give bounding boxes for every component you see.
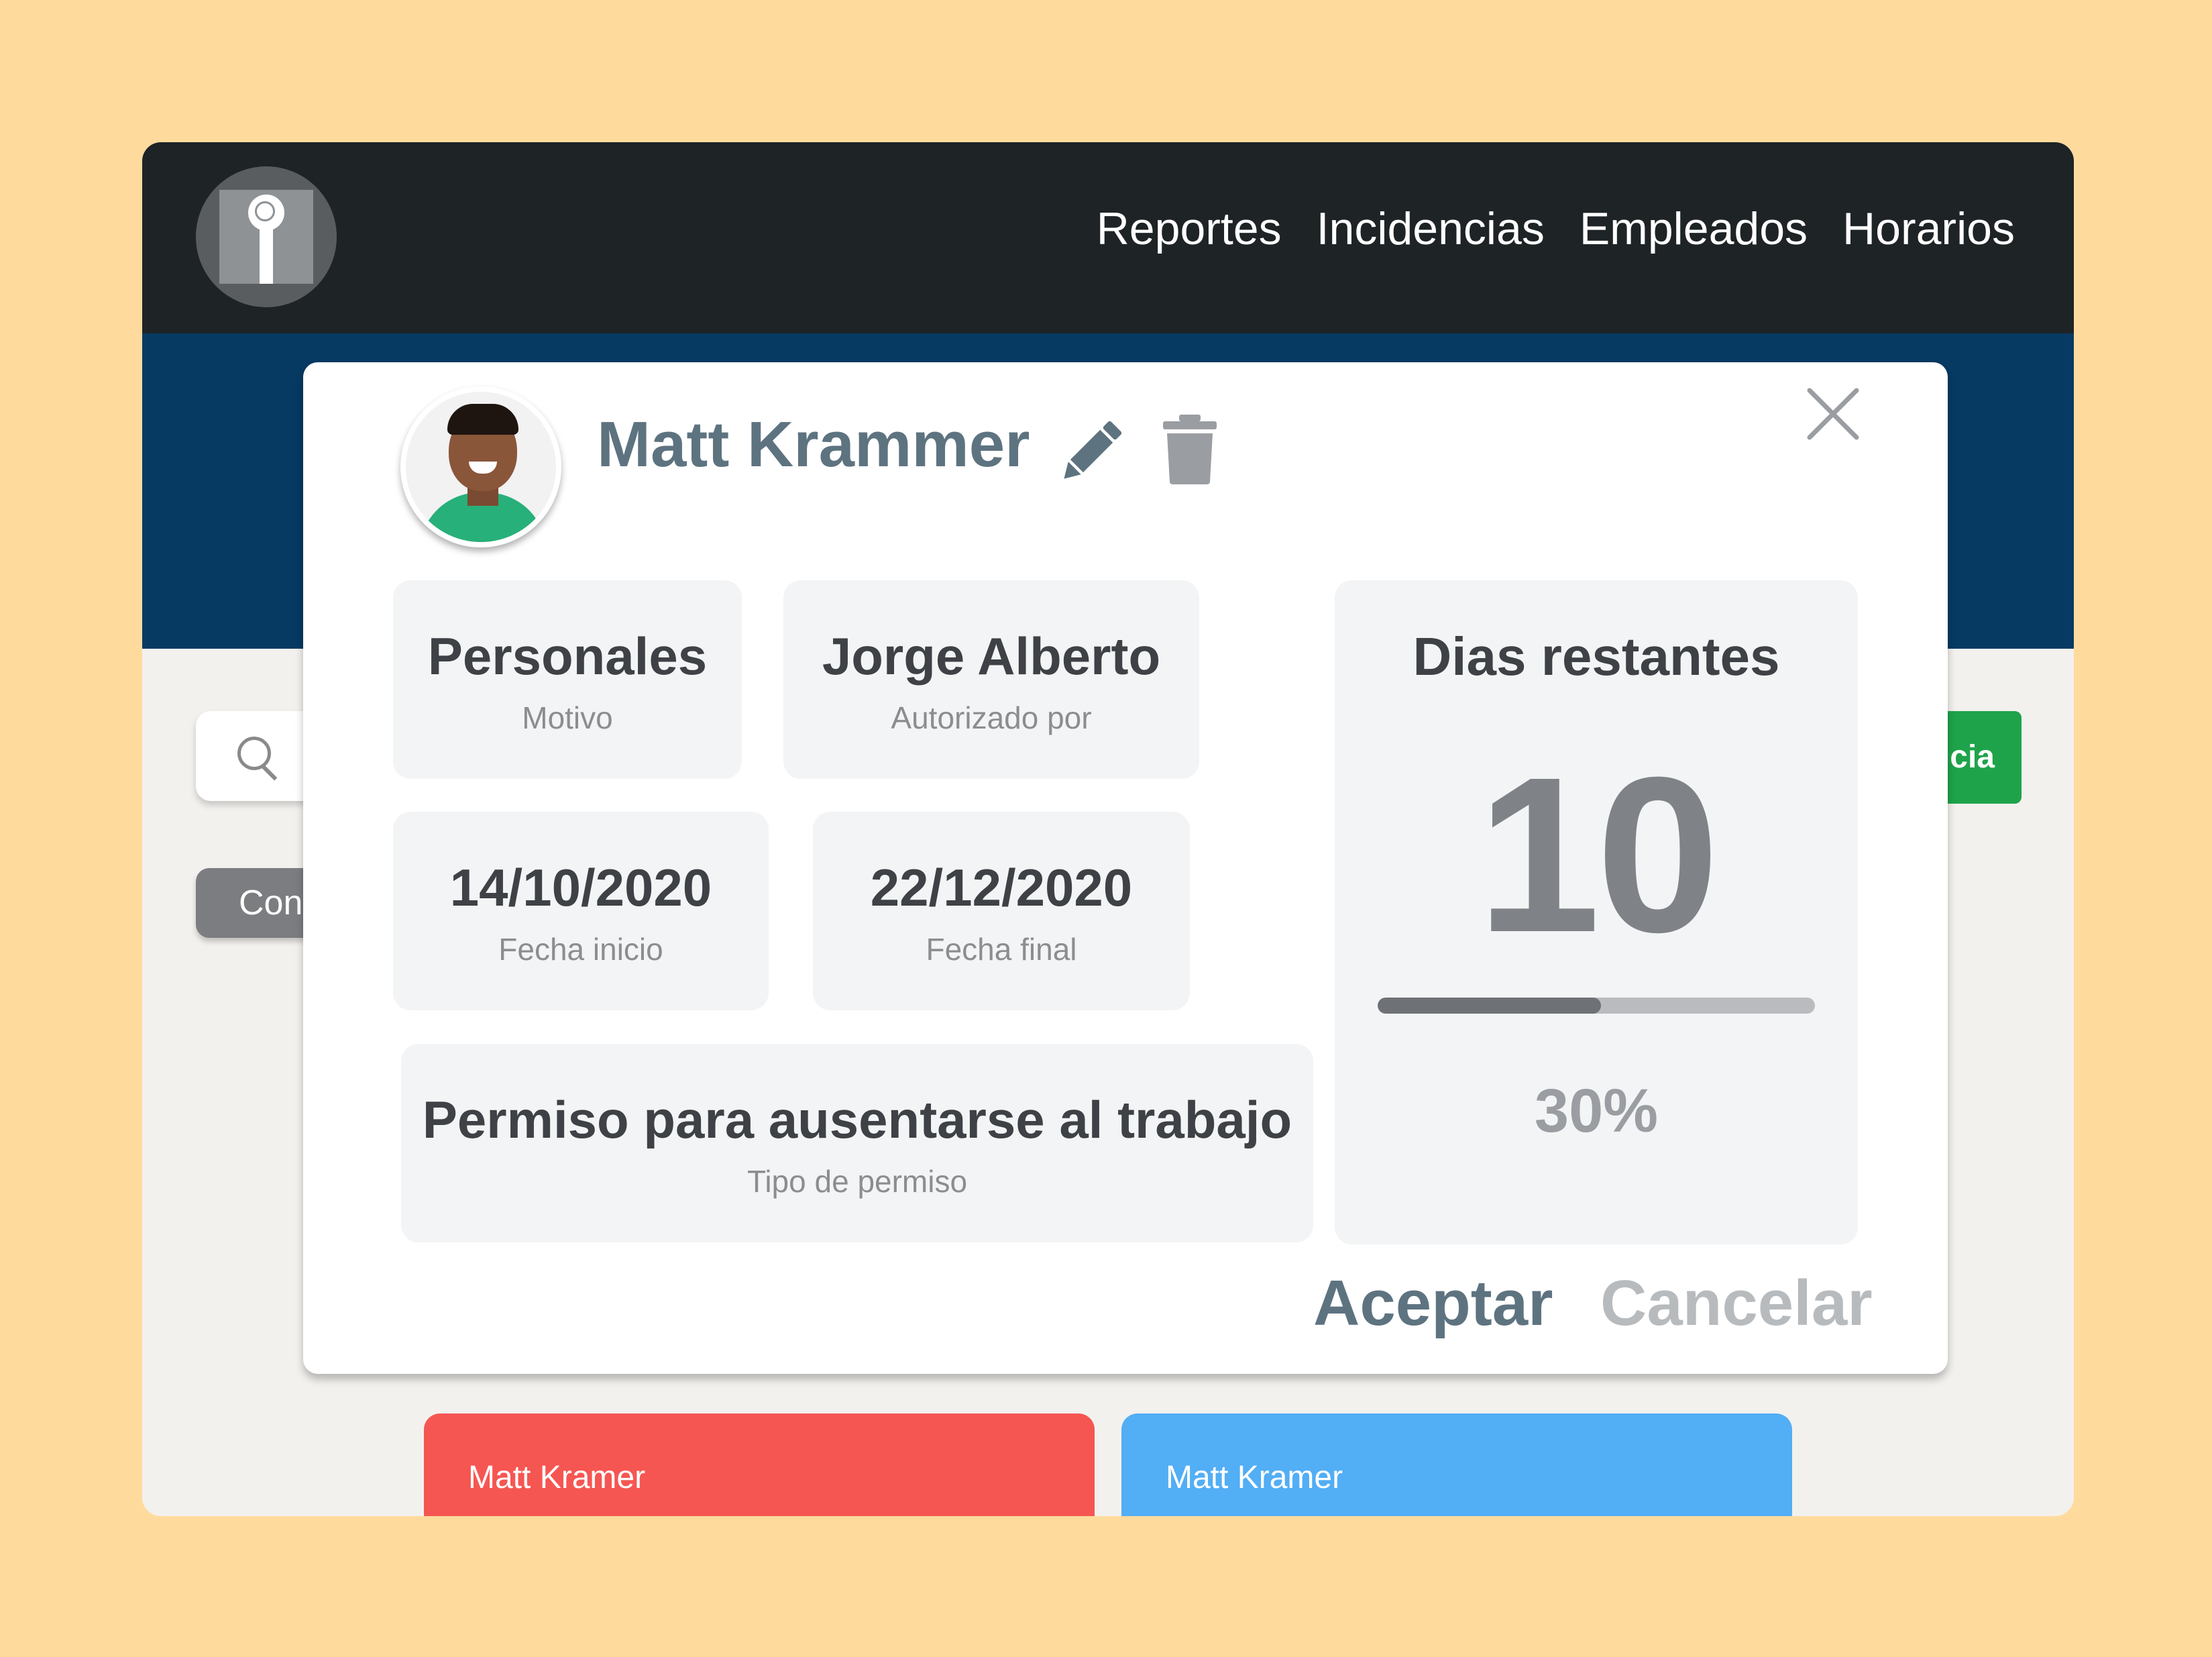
pencil-icon[interactable] <box>1053 415 1128 490</box>
progress-bar <box>1378 998 1815 1014</box>
employee-name: Matt Krammer <box>597 409 1030 480</box>
end-date-tile: 22/12/2020 Fecha final <box>813 812 1190 1010</box>
reason-value: Personales <box>427 627 708 686</box>
start-date-label: Fecha inicio <box>498 932 663 967</box>
reason-tile: Personales Motivo <box>393 580 742 779</box>
incidence-detail-modal: Matt Krammer Personales Motivo Jorge Alb… <box>303 362 1948 1374</box>
accept-button[interactable]: Aceptar <box>1313 1271 1553 1336</box>
search-icon <box>237 737 271 770</box>
main-nav: Reportes Incidencias Empleados Horarios <box>1097 206 2015 252</box>
remaining-days-number: 10 <box>1477 731 1719 978</box>
authorized-by-tile: Jorge Alberto Autorizado por <box>783 580 1199 779</box>
cancel-button[interactable]: Cancelar <box>1600 1271 1873 1336</box>
authorized-by-value: Jorge Alberto <box>822 627 1161 686</box>
authorized-by-label: Autorizado por <box>891 700 1092 735</box>
avatar <box>400 386 561 547</box>
permit-type-tile: Permiso para ausentarse al trabajo Tipo … <box>401 1044 1313 1242</box>
fingerprint-logo-icon[interactable] <box>196 166 337 307</box>
employee-card[interactable]: Matt Kramer <box>1121 1413 1792 1516</box>
remaining-days-panel: Dias restantes 10 30% <box>1335 580 1858 1244</box>
employee-card[interactable]: Matt Kramer <box>424 1413 1095 1516</box>
progress-percent: 30% <box>1534 1077 1659 1145</box>
trash-icon[interactable] <box>1162 415 1218 484</box>
nav-item-horarios[interactable]: Horarios <box>1842 206 2015 252</box>
nav-item-reportes[interactable]: Reportes <box>1097 206 1282 252</box>
progress-bar-fill <box>1378 998 1601 1014</box>
nav-item-empleados[interactable]: Empleados <box>1580 206 1808 252</box>
start-date-value: 14/10/2020 <box>449 858 712 917</box>
remaining-days-title: Dias restantes <box>1413 627 1780 686</box>
permit-type-label: Tipo de permiso <box>746 1164 968 1199</box>
start-date-tile: 14/10/2020 Fecha inicio <box>393 812 769 1010</box>
permit-type-value: Permiso para ausentarse al trabajo <box>422 1090 1292 1149</box>
nav-item-incidencias[interactable]: Incidencias <box>1317 206 1545 252</box>
close-icon[interactable] <box>1806 386 1861 441</box>
top-navbar: Reportes Incidencias Empleados Horarios <box>142 142 2074 333</box>
reason-label: Motivo <box>522 700 613 735</box>
end-date-value: 22/12/2020 <box>870 858 1133 917</box>
end-date-label: Fecha final <box>926 932 1077 967</box>
